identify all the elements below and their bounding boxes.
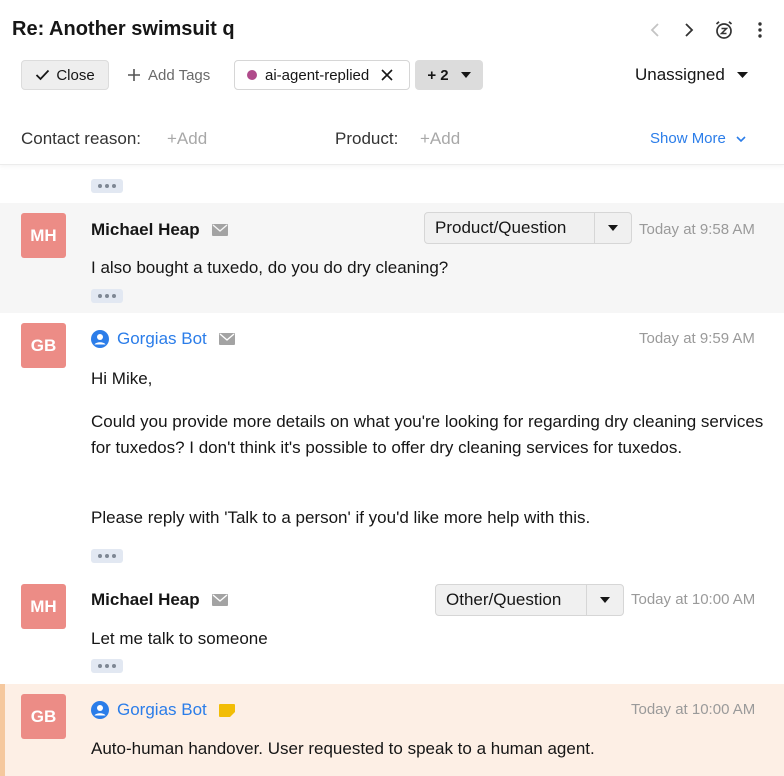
message-timestamp: Today at 10:00 AM: [631, 701, 756, 718]
sender-label: Gorgias Bot: [117, 700, 207, 719]
message-body-line: Hi Mike,: [91, 369, 153, 388]
avatar: MH: [21, 213, 66, 258]
chevron-right-icon[interactable]: [678, 19, 700, 41]
message-body: I also bought a tuxedo, do you do dry cl…: [91, 258, 449, 277]
message-body-line: Could you provide more details on what y…: [91, 412, 764, 457]
intent-dropdown[interactable]: Product/Question: [424, 212, 632, 244]
remove-tag-icon[interactable]: [381, 69, 393, 81]
sender-name[interactable]: Gorgias Bot: [91, 700, 235, 720]
sender-name[interactable]: Michael Heap: [91, 220, 228, 240]
contact-reason-label: Contact reason:: [21, 129, 142, 148]
contact-reason-add[interactable]: +Add: [167, 129, 207, 149]
add-tags-label: Add Tags: [148, 66, 211, 84]
expand-quoted-button[interactable]: [91, 179, 123, 193]
chevron-down-icon: [736, 135, 746, 142]
message-timestamp: Today at 9:58 AM: [639, 221, 755, 238]
ticket-header: Re: Another swimsuit q Close Add Tags ai…: [0, 0, 784, 165]
more-tags-count: + 2: [427, 66, 449, 84]
product-add[interactable]: +Add: [420, 129, 460, 149]
intent-label: Other/Question: [436, 585, 587, 615]
close-label: Close: [56, 66, 95, 84]
more-vertical-icon[interactable]: [749, 19, 771, 41]
sender-label: Michael Heap: [91, 590, 200, 609]
intent-label: Product/Question: [425, 213, 595, 243]
message-item: GB Gorgias Bot Today at 9:59 AM Hi Mike,…: [0, 313, 784, 581]
sender-label: Michael Heap: [91, 220, 200, 239]
bot-user-icon: [91, 701, 109, 719]
expand-quoted-button[interactable]: [91, 549, 123, 563]
caret-down-icon: [587, 585, 623, 615]
product-label: Product:: [335, 129, 399, 148]
sender-name[interactable]: Michael Heap: [91, 590, 228, 610]
tag-color-dot: [247, 70, 257, 80]
message-item: MH Michael Heap Product/Question Today a…: [0, 203, 784, 313]
avatar: MH: [21, 584, 66, 629]
tag-label: ai-agent-replied: [265, 66, 370, 84]
add-tags-button[interactable]: Add Tags: [127, 60, 210, 90]
email-icon: [211, 594, 228, 606]
message-body: Auto-human handover. User requested to s…: [91, 739, 595, 758]
avatar: GB: [21, 323, 66, 368]
message-body-line: Please reply with 'Talk to a person' if …: [91, 508, 591, 527]
chevron-left-icon[interactable]: [644, 19, 666, 41]
assignee-label: Unassigned: [635, 65, 725, 84]
intent-dropdown[interactable]: Other/Question: [435, 584, 624, 616]
message-item: MH Michael Heap Other/Question Today at …: [0, 581, 784, 684]
snooze-clock-icon[interactable]: [713, 19, 735, 41]
email-icon: [218, 333, 235, 345]
sender-name[interactable]: Gorgias Bot: [91, 329, 235, 349]
message-timestamp: Today at 10:00 AM: [631, 591, 756, 608]
expand-quoted-button[interactable]: [91, 659, 123, 673]
checkmark-icon: [36, 69, 50, 81]
close-ticket-button[interactable]: Close: [21, 60, 109, 90]
show-more-button[interactable]: Show More: [650, 130, 746, 147]
email-icon: [211, 224, 228, 236]
expand-quoted-button[interactable]: [91, 289, 123, 303]
caret-down-icon: [460, 72, 471, 78]
message-timestamp: Today at 9:59 AM: [639, 330, 755, 347]
caret-down-icon: [595, 213, 631, 243]
internal-note-icon: [218, 703, 235, 717]
tag-chip[interactable]: ai-agent-replied: [234, 60, 410, 90]
sender-label: Gorgias Bot: [117, 329, 207, 348]
assignee-dropdown[interactable]: Unassigned: [635, 63, 748, 87]
show-more-label: Show More: [650, 130, 726, 147]
ticket-title: Re: Another swimsuit q: [12, 18, 235, 40]
bot-user-icon: [91, 330, 109, 348]
plus-icon: [128, 69, 140, 81]
avatar: GB: [21, 694, 66, 739]
more-tags-dropdown[interactable]: + 2: [415, 60, 483, 90]
caret-down-icon: [736, 72, 748, 78]
internal-note-marker: [0, 684, 5, 776]
internal-note-item: GB Gorgias Bot Today at 10:00 AM Auto-hu…: [0, 684, 784, 776]
message-body: Let me talk to someone: [91, 629, 268, 648]
